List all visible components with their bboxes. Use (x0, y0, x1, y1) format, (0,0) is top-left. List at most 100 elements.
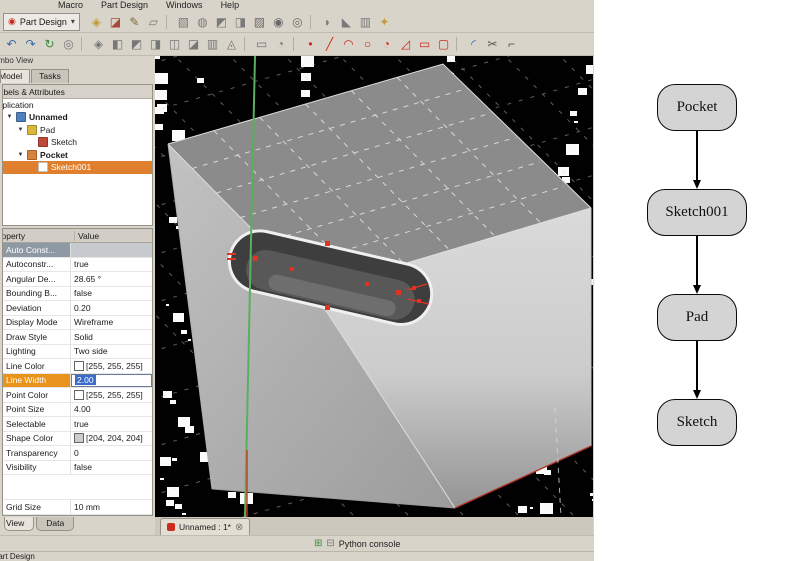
Line Color[interactable]: Line Color [255, 255, 255] (3, 359, 152, 374)
tree-item-label: Sketch (51, 137, 77, 148)
panel-toggle-icon[interactable]: ⊞ (314, 538, 322, 549)
Bounding B...[interactable]: Bounding B... false (3, 286, 152, 301)
3d-scene[interactable] (155, 56, 593, 517)
Autoconstr...[interactable]: Autoconstr... true (3, 257, 152, 272)
additive-loft-icon[interactable]: ◩ (213, 13, 230, 30)
color-swatch (74, 433, 84, 444)
tab-view[interactable]: View (4, 517, 35, 531)
left-view-icon[interactable]: ▥ (204, 36, 221, 53)
measure-icon[interactable]: ▭ (253, 36, 270, 53)
Grid Size[interactable]: Grid Size 10 mm (3, 499, 152, 515)
Display Mode[interactable]: Display Mode Wireframe (3, 315, 152, 330)
Point Color[interactable]: Point Color [255, 255, 255] (3, 388, 152, 403)
property-editor: Property Value Auto Const... Autoconstr. (2, 228, 153, 516)
property-rows: Auto Const... Autoconstr... true Angular… (3, 243, 152, 515)
isometric-view-icon[interactable]: ◈ (90, 36, 107, 53)
graph-node-pad: Pad (657, 294, 737, 341)
front-view-icon[interactable]: ◧ (109, 36, 126, 53)
Selectable[interactable]: Selectable true (3, 417, 152, 432)
apply-pattern-icon[interactable]: ✦ (376, 13, 393, 30)
top-view-icon[interactable]: ◩ (128, 36, 145, 53)
fit-all-icon[interactable]: ◎ (60, 36, 77, 53)
sketch-extend-icon[interactable]: ⌐ (503, 36, 520, 53)
additive-pipe-icon[interactable]: ◨ (232, 13, 249, 30)
document-tab-label: Unnamed : 1* (179, 522, 231, 532)
rear-view-icon[interactable]: ◫ (166, 36, 183, 53)
document-tab[interactable]: Unnamed : 1* ⊗ (160, 518, 251, 535)
sketch-trim-icon[interactable]: ✂ (484, 36, 501, 53)
workbench-selector[interactable]: ◉ Part Design ▾ (3, 12, 80, 31)
Point Size[interactable]: Point Size 4.00 (3, 402, 152, 417)
tree-item-sketch[interactable]: Sketch (3, 136, 152, 149)
revolution-icon[interactable]: ◍ (194, 13, 211, 30)
hole-icon[interactable]: ◉ (270, 13, 287, 30)
sketch-conic-icon[interactable]: ◔ (378, 36, 395, 53)
sketch-circle-icon[interactable]: ○ (359, 36, 376, 53)
python-console-label: Python console (338, 538, 401, 549)
expander-icon[interactable]: ▼ (6, 114, 13, 120)
Deviation[interactable]: Deviation 0.20 (3, 301, 152, 316)
chamfer-icon[interactable]: ◣ (338, 13, 355, 30)
Transparency[interactable]: Transparency 0 (3, 446, 152, 461)
graph-node-pocket: Pocket (657, 84, 737, 131)
pocket-icon[interactable]: ▨ (251, 13, 268, 30)
edit-sketch-icon[interactable]: ✎ (126, 13, 143, 30)
combo-view-title: Combo View (0, 56, 34, 65)
pad-icon[interactable]: ▧ (175, 13, 192, 30)
tree-item-pad[interactable]: ▼ Pad (3, 124, 152, 137)
map-sketch-icon[interactable]: ▱ (145, 13, 162, 30)
Angular De...[interactable]: Angular De... 28.65 ° (3, 272, 152, 287)
Draw Style[interactable]: Draw Style Solid (3, 330, 152, 345)
property-view-data-tabs: View Data (0, 517, 155, 535)
tree-item-sketch001[interactable]: Sketch001 (3, 161, 152, 174)
tree-items: ▼ Unnamed ▼ Pad Sketch ▼ Pocket Sketch00… (3, 111, 152, 174)
tree-item-icon (38, 162, 48, 173)
redo-icon[interactable]: ↷ (22, 36, 39, 53)
graph-arrow (692, 236, 701, 294)
menu-part-design[interactable]: Part Design (101, 0, 148, 11)
tree-item-unnamed[interactable]: ▼ Unnamed (3, 111, 152, 124)
Shape Color[interactable]: Shape Color [204, 204, 204] (3, 431, 152, 446)
sketch-line-icon[interactable]: ╱ (321, 36, 338, 53)
bottom-view-icon[interactable]: ◪ (185, 36, 202, 53)
menu-bar: Macro Part Design Windows Help (0, 0, 594, 11)
panel-minimize-icon[interactable]: ⊟ (326, 538, 334, 549)
undo-icon[interactable]: ↶ (3, 36, 20, 53)
sketch-point-icon[interactable]: • (302, 36, 319, 53)
tab-model[interactable]: Model (0, 69, 31, 83)
tree-item-icon (16, 112, 26, 123)
create-body-icon[interactable]: ◈ (88, 13, 105, 30)
tree-item-pocket[interactable]: ▼ Pocket (3, 149, 152, 162)
axonometric-icon[interactable]: ◬ (223, 36, 240, 53)
linear-pattern-icon[interactable]: ▥ (357, 13, 374, 30)
tree-item-icon (27, 149, 37, 160)
create-sketch-icon[interactable]: ◪ (107, 13, 124, 30)
Line Width[interactable]: Line Width 2.00 (3, 373, 152, 388)
expander-icon[interactable]: ▼ (17, 127, 24, 133)
Lighting[interactable]: Lighting Two side (3, 344, 152, 359)
tab-data[interactable]: Data (36, 517, 75, 531)
groove-icon[interactable]: ◎ (289, 13, 306, 30)
Visibility[interactable]: Visibility false (3, 460, 152, 475)
Auto Const...[interactable]: Auto Const... (3, 243, 152, 258)
separator (81, 37, 86, 51)
sketch-fillet-icon[interactable]: ◜ (465, 36, 482, 53)
clip-plane-icon[interactable]: ◔ (272, 36, 289, 53)
3d-viewport[interactable] (155, 56, 593, 517)
toolbar-second: ↶ ↷ ↻ ◎ ◈ ◧ ◩ ◨ ◫ ◪ ▥ ◬ ▭ ◔ • ╱ ◠ ○ ◔ ◿ … (0, 33, 594, 56)
sketch-arc-icon[interactable]: ◠ (340, 36, 357, 53)
sketch-slot-icon[interactable]: ▢ (435, 36, 452, 53)
right-view-icon[interactable]: ◨ (147, 36, 164, 53)
fillet-icon[interactable]: ◗ (319, 13, 336, 30)
expander-icon[interactable]: ▼ (17, 152, 24, 158)
refresh-icon[interactable]: ↻ (41, 36, 58, 53)
sketch-rectangle-icon[interactable]: ▭ (416, 36, 433, 53)
menu-macro[interactable]: Macro (58, 0, 83, 11)
tree-root-application[interactable]: Application (3, 99, 152, 111)
tab-tasks[interactable]: Tasks (31, 69, 69, 83)
sketch-polyline-icon[interactable]: ◿ (397, 36, 414, 53)
tree-header: Labels & Attributes (3, 85, 152, 99)
menu-windows[interactable]: Windows (166, 0, 203, 11)
close-icon[interactable]: ⊗ (235, 522, 243, 533)
menu-help[interactable]: Help (221, 0, 240, 11)
